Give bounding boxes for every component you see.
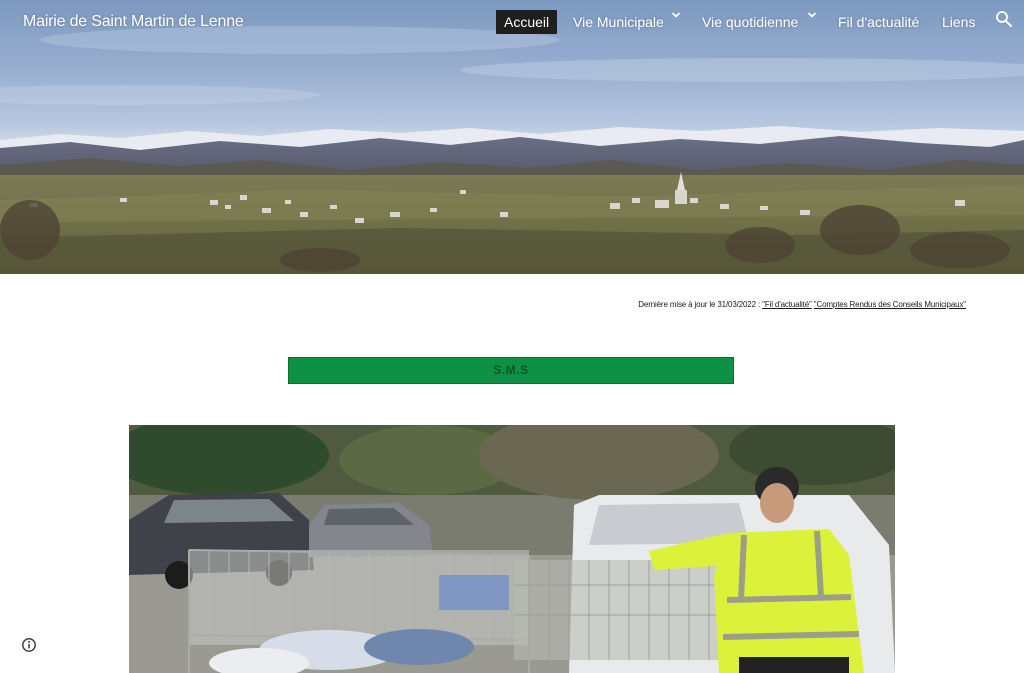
last-update-notice: Dernière mise à jour le 31/03/2022 : "Fi… xyxy=(638,300,966,309)
nav-item-fil-actualite[interactable]: Fil d'actualité xyxy=(838,10,919,34)
sms-button[interactable]: S.M.S xyxy=(288,357,734,384)
photo xyxy=(129,425,895,673)
nav-item-vie-quotidienne[interactable]: Vie quotidienne xyxy=(702,10,798,34)
nav-item-accueil[interactable]: Accueil xyxy=(496,10,558,34)
chevron-down-icon[interactable] xyxy=(807,10,817,20)
landscape-banner-image xyxy=(0,26,1024,274)
search-icon[interactable] xyxy=(995,10,1013,28)
nav-item-vie-municipale[interactable]: Vie Municipale xyxy=(573,10,664,34)
nav-item-liens[interactable]: Liens xyxy=(942,10,975,34)
recycling-trailer-photo xyxy=(129,425,895,673)
link-comptes-rendus[interactable]: "Comptes Rendus des Conseils Municipaux" xyxy=(814,300,966,309)
header-banner: Mairie de Saint Martin de Lenne Accueil … xyxy=(0,0,1024,274)
site-title[interactable]: Mairie de Saint Martin de Lenne xyxy=(23,13,244,31)
info-icon[interactable] xyxy=(21,637,37,653)
chevron-down-icon[interactable] xyxy=(671,10,681,20)
last-update-text: Dernière mise à jour le 31/03/2022 : xyxy=(638,300,761,309)
page: Mairie de Saint Martin de Lenne Accueil … xyxy=(0,0,1024,673)
link-fil-actualite[interactable]: "Fil d'actualité" xyxy=(762,300,812,309)
